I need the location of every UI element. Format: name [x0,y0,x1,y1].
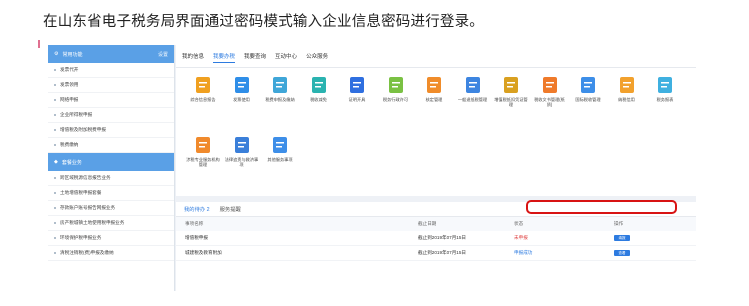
sidebar-header: ⚙ 常用功能 设置 [48,45,174,63]
service-tile-icon [273,137,287,153]
service-tile[interactable]: 税收文书管理(纸质) [533,76,567,107]
service-tile[interactable]: 其他服务事项 [263,136,297,162]
service-tile-label: 国际税收管理 [575,97,601,102]
tab-query[interactable]: 我要查询 [244,50,266,62]
col-name: 事项名称 [185,221,204,226]
row-name: 城建税及教育附加 [185,250,222,255]
row-deadline: 截止到2019年07月15日 [418,235,467,240]
edge-marker-icon [38,40,40,48]
todo-table-header: 事项名称 截止日期 状态 操作 [176,217,696,231]
tab-my-info[interactable]: 我的信息 [182,50,204,62]
sidebar-item[interactable]: 土地增值税申报套餐 [48,186,174,201]
service-tile[interactable]: 增值税抵扣凭证管理 [494,76,528,107]
view-button[interactable]: 查看 [614,250,630,256]
service-tile-icon [311,77,326,93]
sidebar-item[interactable]: 企业所得税申报 [48,108,174,123]
service-tile-icon [542,77,557,93]
service-tile-label: 发票使用 [233,97,250,102]
sidebar-item[interactable]: 清税注销税(费)申报及缴纳 [48,246,174,261]
col-status: 状态 [514,221,524,226]
service-tile-icon [234,77,249,93]
service-tile-label: 纳税信用 [618,97,635,102]
sidebar-item[interactable]: 发票代开 [48,63,174,78]
sidebar-item[interactable]: 增值税及附加税费申报 [48,123,174,138]
service-tile[interactable]: 一般退抵税管理 [456,76,490,102]
service-tile[interactable]: 税费申报及缴纳 [263,76,297,102]
tab-my-todo[interactable]: 我的待办 2 [184,205,210,213]
highlight-box [526,200,677,214]
service-tile-label: 其他服务事项 [267,157,293,162]
service-tile[interactable]: 综合信息报告 [186,76,220,102]
service-tile[interactable]: 涉税专业服务机构管理 [186,136,220,167]
service-tile-icon [427,77,441,93]
sidebar-item[interactable]: 税费缴纳 [48,138,174,153]
service-tile-icon [273,77,287,93]
sidebar-item[interactable]: 存款账户账号报告网报业务 [48,201,174,216]
service-tile-icon [196,77,210,93]
service-tile-label: 税收减免 [310,97,327,102]
table-row: 城建税及教育附加 截止到2019年07月15日 申报成功 查看 [176,246,696,261]
service-tile[interactable]: 税务报表 [648,76,682,102]
service-tile-label: 法律追责与救济事项 [224,157,259,167]
sidebar-item[interactable]: 网络申报 [48,93,174,108]
tab-interaction[interactable]: 互动中心 [275,50,297,62]
col-deadline: 截止日期 [418,221,437,226]
sidebar-item[interactable]: 跨区域税源信息报告业务 [48,171,174,186]
service-tile[interactable]: 发票使用 [225,76,259,102]
service-tile-icon [234,137,249,153]
service-tile-label: 增值税抵扣凭证管理 [494,97,528,107]
caption-text: 在山东省电子税务局界面通过密码模式输入企业信息密码进行登录。 [43,14,484,30]
main-panel: 我的信息 我要办税 我要查询 互动中心 公众服务 综合信息报告 发票使用 税费申报及… [176,45,696,291]
table-row: 增值税申报 截止到2019年07月15日 未申报 填报 [176,231,696,246]
sidebar: ⚙ 常用功能 设置 发票代开 发票领用 网络申报 企业所得税申报 增值税及附加税… [48,45,175,291]
service-tile[interactable]: 证明开具 [340,76,374,102]
sidebar-item[interactable]: 环境保护税申报业务 [48,231,174,246]
status-badge: 未申报 [514,235,528,240]
service-tile[interactable]: 税收减免 [302,76,336,102]
row-deadline: 截止到2019年07月15日 [418,250,467,255]
service-tile-icon [388,77,403,93]
settings-gear-icon: ⚙ [54,51,59,57]
service-tile-label: 税收文书管理(纸质) [534,97,565,107]
tab-service-reminder[interactable]: 服务提醒 [220,205,241,213]
service-tile[interactable]: 法律追责与救济事项 [225,136,259,167]
service-tile-label: 核定管理 [425,97,443,102]
service-tile-icon [196,137,210,153]
tab-public-service[interactable]: 公众服务 [306,50,328,62]
service-tile-grid: 综合信息报告 发票使用 税费申报及缴纳 税收减免 证明开具 税务行政许可 核定管理 一般退抵税… [176,68,696,196]
service-tile[interactable]: 核定管理 [417,76,451,102]
row-name: 增值税申报 [185,235,208,240]
service-tile-icon [465,77,480,93]
service-tile[interactable]: 国际税收管理 [571,76,605,102]
col-action: 操作 [614,221,624,226]
sidebar-settings-link[interactable]: 设置 [158,51,168,58]
service-tile-icon [581,77,595,93]
service-tile-label: 涉税专业服务机构管理 [186,157,220,167]
service-tile-icon [658,77,672,93]
service-tile-label: 综合信息报告 [190,97,216,102]
service-tile-label: 证明开具 [348,97,366,102]
service-tile-icon [350,77,364,93]
sidebar-item[interactable]: 发票领用 [48,78,174,93]
service-tile[interactable]: 税务行政许可 [379,76,413,102]
service-tile-icon [504,77,518,93]
sidebar-header-title: 常用功能 [62,51,83,58]
sidebar-group-header[interactable]: ◆ 套餐业务 [48,153,174,171]
sidebar-item[interactable]: 房产税城镇土地使用税申报业务 [48,216,174,231]
service-tile-label: 税务行政许可 [382,97,409,102]
service-tile-icon [619,77,634,93]
main-tabs: 我的信息 我要办税 我要查询 互动中心 公众服务 [176,45,696,68]
tax-bureau-window: ⚙ 常用功能 设置 发票代开 发票领用 网络申报 企业所得税申报 增值税及附加税… [48,45,696,291]
service-tile-label: 一般退抵税管理 [457,97,488,102]
package-icon: ◆ [54,159,58,165]
service-tile[interactable]: 纳税信用 [610,76,644,102]
fill-report-button[interactable]: 填报 [614,235,630,241]
tab-tax-handling[interactable]: 我要办税 [213,50,236,63]
status-badge: 申报成功 [514,250,533,255]
service-tile-label: 税费申报及缴纳 [265,97,295,102]
service-tile-label: 税务报表 [656,97,674,102]
